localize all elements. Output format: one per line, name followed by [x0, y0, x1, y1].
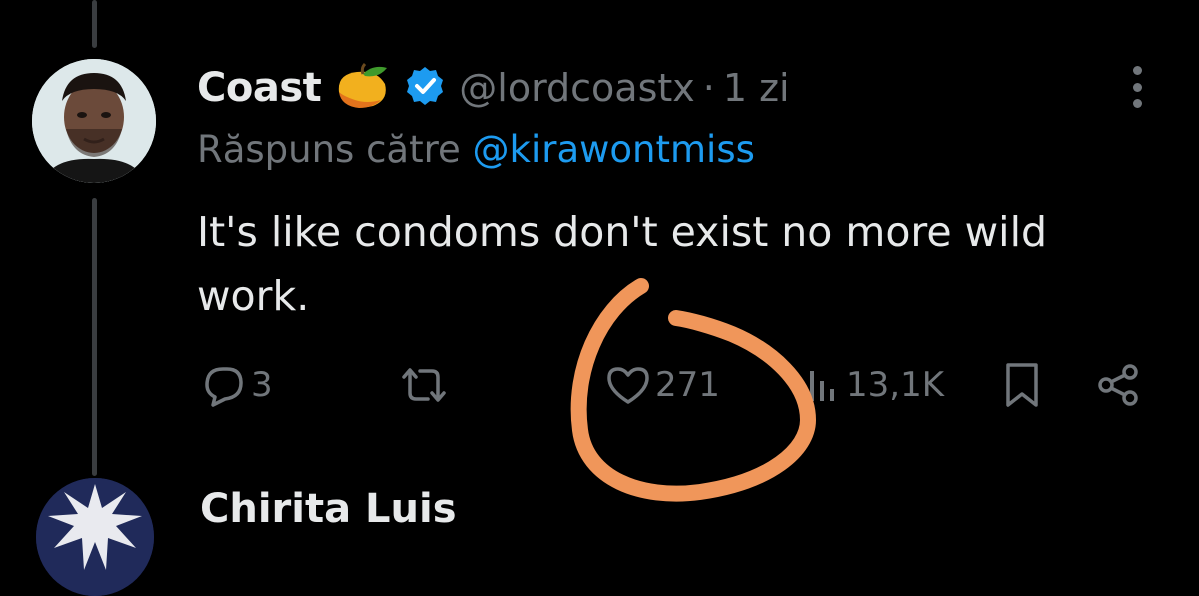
like-button[interactable]: 271 — [605, 360, 720, 410]
next-tweet-display-name[interactable]: Chirita Luis — [200, 486, 457, 532]
thread-line-bottom — [92, 198, 97, 476]
reply-mention-link[interactable]: @kirawontmiss — [473, 128, 755, 171]
reply-count: 3 — [251, 365, 273, 405]
tweet-text: It's like condoms don't exist no more wi… — [197, 208, 1047, 320]
views-button[interactable]: 13,1K — [794, 360, 944, 410]
retweet-button[interactable] — [398, 360, 450, 410]
retweet-icon — [398, 363, 450, 407]
verified-badge-icon[interactable] — [405, 66, 445, 110]
bookmark-icon — [1000, 361, 1044, 409]
next-tweet-avatar[interactable] — [36, 478, 154, 596]
heart-icon — [605, 364, 651, 406]
view-count: 13,1K — [846, 365, 944, 405]
like-count: 271 — [655, 365, 720, 405]
more-vertical-icon[interactable] — [1126, 66, 1148, 108]
tweet-header: Coast @lordcoastx · 1 zi — [197, 60, 790, 116]
reply-prefix: Răspuns către — [197, 128, 461, 171]
share-button[interactable] — [1094, 360, 1142, 410]
separator-dot: · — [702, 66, 715, 110]
thread-line-top — [92, 0, 97, 48]
timestamp[interactable]: 1 zi — [723, 66, 790, 110]
share-icon — [1094, 362, 1142, 408]
bar-chart-icon — [794, 363, 842, 407]
display-name[interactable]: Coast — [197, 65, 322, 111]
reply-to-line: Răspuns către @kirawontmiss — [197, 128, 755, 171]
avatar[interactable] — [32, 59, 156, 183]
handle[interactable]: @lordcoastx — [459, 66, 695, 110]
mango-icon — [333, 62, 391, 114]
bookmark-button[interactable] — [1000, 360, 1044, 410]
reply-button[interactable]: 3 — [199, 360, 273, 410]
speech-bubble-icon — [199, 363, 247, 407]
